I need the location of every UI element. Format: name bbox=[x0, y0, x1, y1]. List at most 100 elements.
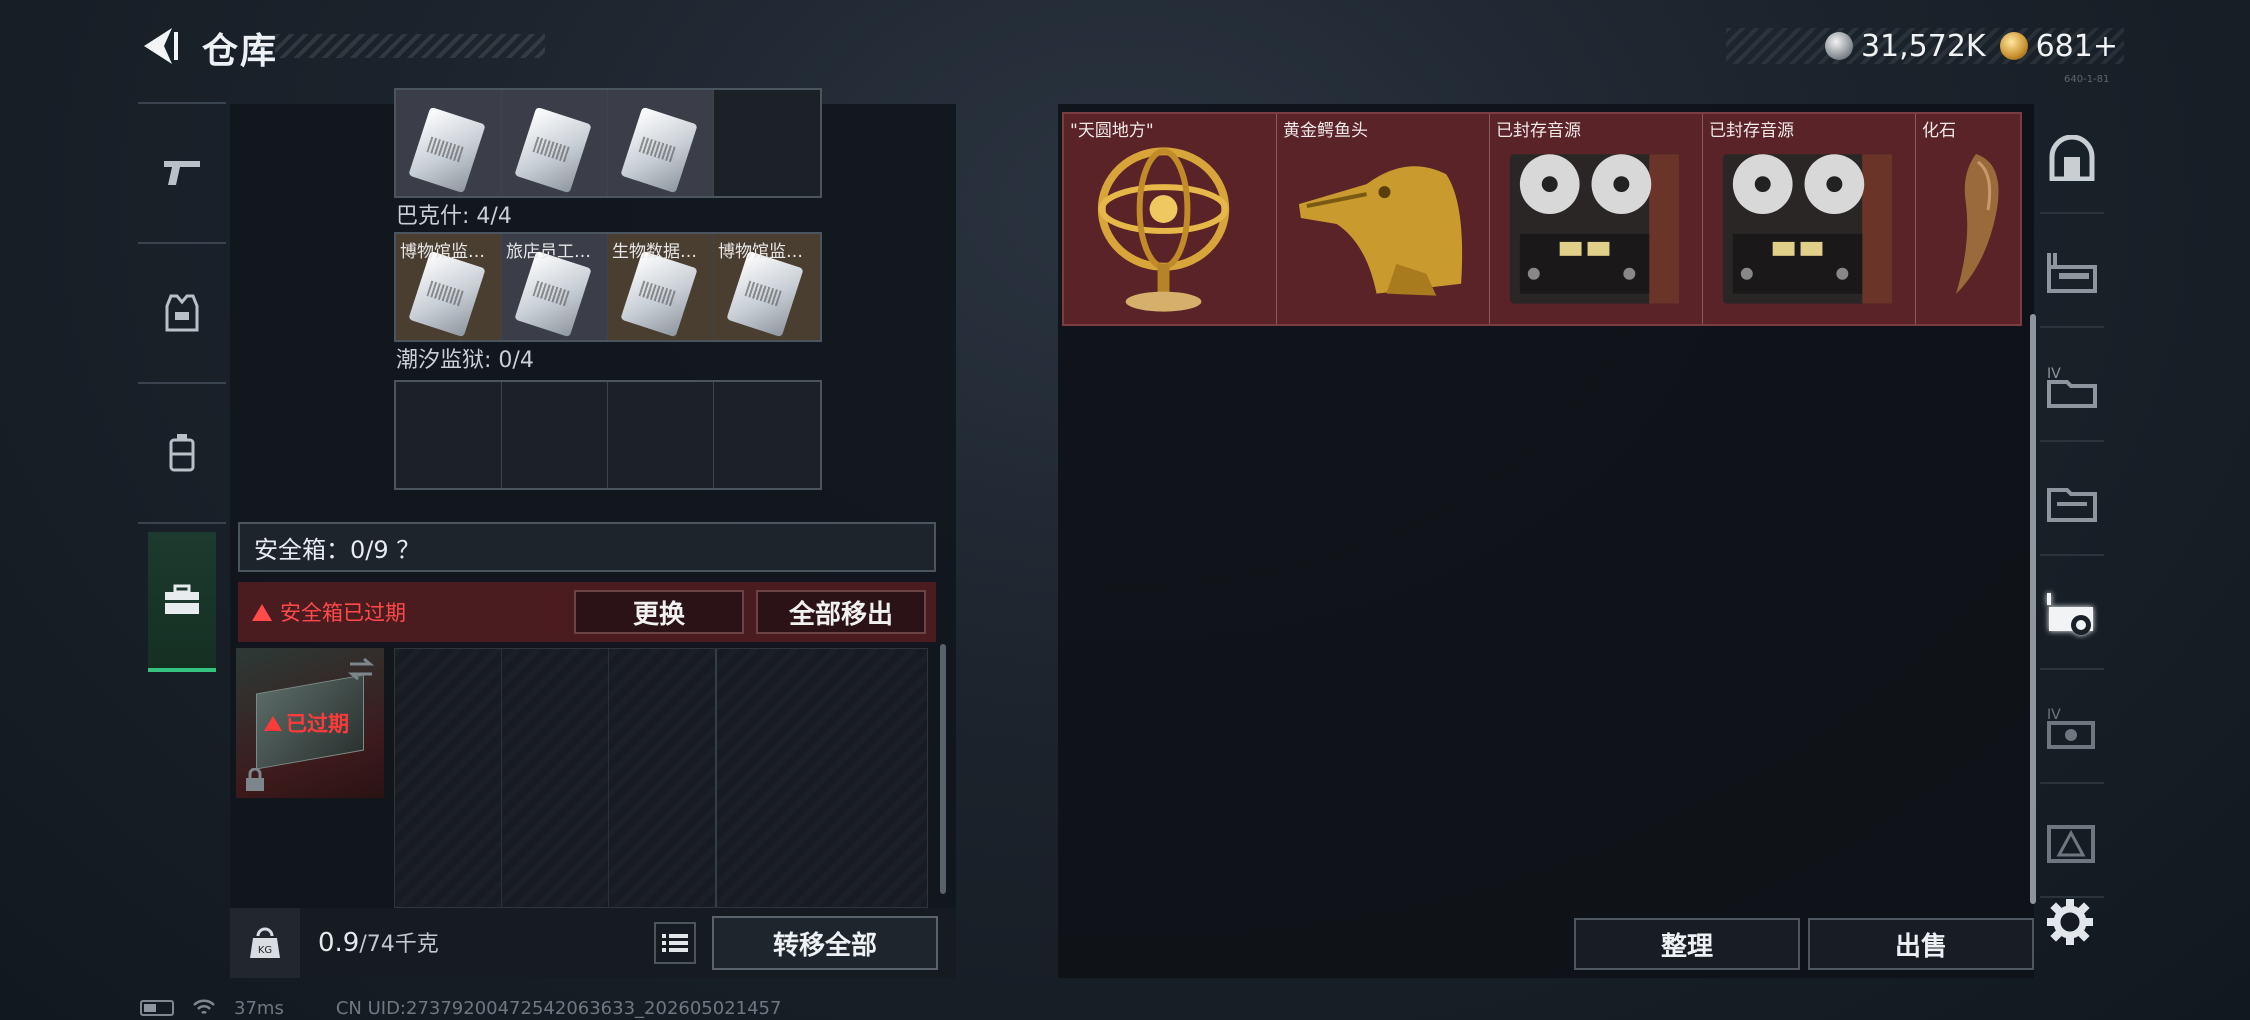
back-button[interactable] bbox=[138, 24, 182, 68]
collection-slot[interactable] bbox=[396, 90, 502, 196]
stash-item[interactable]: 已封存音源 bbox=[1490, 114, 1703, 324]
stash-tab-weapon-case[interactable] bbox=[2040, 218, 2104, 328]
gold-currency[interactable]: 681+ bbox=[1999, 28, 2118, 64]
safebox-slots-locked bbox=[394, 648, 928, 908]
collection-slot[interactable] bbox=[608, 90, 714, 196]
back-arrow-icon bbox=[144, 28, 178, 64]
left-panel-scrollbar[interactable] bbox=[940, 644, 946, 894]
weight-readout: 0.9/74千克 bbox=[318, 926, 439, 958]
collection-slot-empty[interactable] bbox=[608, 382, 714, 488]
silver-currency: 31,572K bbox=[1824, 28, 1986, 64]
status-bar: 37ms CN UID:27379200472542063633_2026050… bbox=[140, 996, 781, 1020]
svg-text:IV: IV bbox=[2047, 366, 2061, 382]
slot-label: 博物馆监… bbox=[400, 242, 485, 262]
keycard-image bbox=[726, 250, 804, 338]
transfer-all-button[interactable]: 转移全部 bbox=[712, 916, 938, 970]
safebox-expired-warning: 安全箱已过期 bbox=[252, 597, 406, 627]
tab-safebox[interactable] bbox=[148, 532, 216, 672]
golden-croc-head-image bbox=[1298, 166, 1463, 296]
item-label: 黄金鳄鱼头 bbox=[1283, 121, 1368, 141]
inventory-bottom-bar: KG 0.9/74千克 转移全部 bbox=[230, 908, 956, 978]
stash-item[interactable]: 化石 bbox=[1916, 114, 2020, 324]
stash-panel: "天圆地方" 黄金鳄鱼头 已封存音源 已封存音源 化石 整理 出售 bbox=[1058, 104, 2034, 978]
stash-tab-vault[interactable] bbox=[2040, 104, 2104, 214]
battery-icon bbox=[140, 1000, 174, 1016]
list-view-button[interactable] bbox=[654, 922, 696, 964]
slot-label: 博物馆监… bbox=[718, 242, 803, 262]
gold-amount: 681+ bbox=[2035, 28, 2118, 64]
lock-icon bbox=[246, 768, 264, 791]
case-4-icon: IV bbox=[2047, 707, 2095, 749]
left-category-tabs bbox=[138, 102, 226, 672]
collection-slot[interactable] bbox=[502, 90, 608, 196]
bakesh-grid: 博物馆监… 旅店员工… 生物数据… 博物馆监… bbox=[394, 232, 822, 342]
stash-tab-folder[interactable] bbox=[2040, 446, 2104, 556]
expired-text: 已过期 bbox=[286, 712, 349, 736]
version-text: 640-1-81 bbox=[2064, 74, 2110, 85]
backpack-icon bbox=[169, 434, 195, 472]
keycard-image bbox=[408, 250, 486, 338]
stash-tab-case-4[interactable]: IV bbox=[2040, 674, 2104, 784]
weight-value: 0.9 bbox=[318, 928, 360, 958]
list-icon bbox=[662, 934, 688, 952]
chaoxi-grid bbox=[394, 380, 822, 490]
keycard-image bbox=[514, 250, 592, 338]
collection-slot-empty[interactable] bbox=[714, 382, 820, 488]
settings-button[interactable] bbox=[2044, 896, 2096, 948]
stash-item[interactable]: "天圆地方" bbox=[1064, 114, 1277, 324]
remove-all-button[interactable]: 全部移出 bbox=[756, 590, 926, 634]
stash-item-row: "天圆地方" 黄金鳄鱼头 已封存音源 已封存音源 化石 bbox=[1062, 112, 2022, 326]
page-title: 仓库 bbox=[202, 31, 279, 72]
tape-recorder-image bbox=[1509, 154, 1680, 304]
slot-label: 生物数据… bbox=[612, 242, 697, 262]
stash-item[interactable]: 已封存音源 bbox=[1703, 114, 1916, 324]
weapon-case-icon bbox=[2047, 253, 2097, 293]
stash-tab-folder-4[interactable]: IV bbox=[2040, 332, 2104, 442]
tab-armor[interactable] bbox=[138, 242, 226, 382]
collection-slot-empty[interactable] bbox=[502, 382, 608, 488]
keycard-image bbox=[620, 106, 698, 194]
armillary-sphere-image bbox=[1097, 147, 1230, 312]
replace-button[interactable]: 更换 bbox=[574, 590, 744, 634]
tab-backpack[interactable] bbox=[138, 382, 226, 522]
tape-recorder-image bbox=[1722, 154, 1893, 304]
inventory-panel: 巴克什: 4/4 博物馆监… 旅店员工… 生物数据… 博物馆监… 潮汐监狱: 0… bbox=[230, 88, 956, 978]
svg-text:IV: IV bbox=[2047, 707, 2061, 723]
chaoxi-label: 潮汐监狱: 0/4 bbox=[396, 348, 534, 373]
sort-button[interactable]: 整理 bbox=[1574, 918, 1800, 970]
collection-slot[interactable]: 生物数据… bbox=[608, 234, 714, 340]
safebox-item[interactable]: 已过期 bbox=[236, 648, 384, 798]
expired-badge: 已过期 bbox=[264, 708, 349, 738]
wifi-icon bbox=[193, 999, 215, 1015]
stash-tab-gear-box[interactable] bbox=[2040, 560, 2104, 670]
stash-category-tabs: IV IV bbox=[2034, 104, 2110, 914]
keycard-image bbox=[408, 106, 486, 194]
right-tabs-scrollbar[interactable] bbox=[2030, 314, 2036, 904]
swap-icon[interactable] bbox=[346, 656, 376, 682]
vault-icon bbox=[2049, 135, 2095, 181]
silver-amount: 31,572K bbox=[1860, 28, 1986, 64]
currency-bar: 31,572K 681+ bbox=[1726, 28, 2124, 64]
stash-item[interactable]: 黄金鳄鱼头 bbox=[1277, 114, 1490, 324]
warning-icon bbox=[252, 603, 272, 621]
sell-button[interactable]: 出售 bbox=[1808, 918, 2034, 970]
folder-4-icon: IV bbox=[2047, 366, 2097, 408]
tab-weapons[interactable] bbox=[138, 102, 226, 242]
stash-tab-triangle-box[interactable] bbox=[2040, 788, 2104, 898]
item-label: "天圆地方" bbox=[1070, 121, 1154, 141]
keycard-image bbox=[620, 250, 698, 338]
briefcase-icon bbox=[165, 584, 199, 614]
safebox-header[interactable]: 安全箱：0/9 ？ bbox=[238, 522, 936, 572]
gold-coin-icon bbox=[1999, 32, 2028, 60]
collection-slot-empty[interactable] bbox=[714, 90, 820, 196]
collection-slot[interactable]: 博物馆监… bbox=[714, 234, 820, 340]
fossil-image bbox=[1956, 154, 1999, 294]
title-decoration bbox=[275, 34, 545, 58]
folder-icon bbox=[2047, 488, 2097, 522]
collection-slot[interactable]: 旅店员工… bbox=[502, 234, 608, 340]
collection-slot-empty[interactable] bbox=[396, 382, 502, 488]
uid-text: CN UID:27379200472542063633_202605021457 bbox=[335, 997, 782, 1019]
item-label: 已封存音源 bbox=[1709, 121, 1794, 141]
collection-slot[interactable]: 博物馆监… bbox=[396, 234, 502, 340]
gear-box-active-icon bbox=[2047, 593, 2093, 635]
